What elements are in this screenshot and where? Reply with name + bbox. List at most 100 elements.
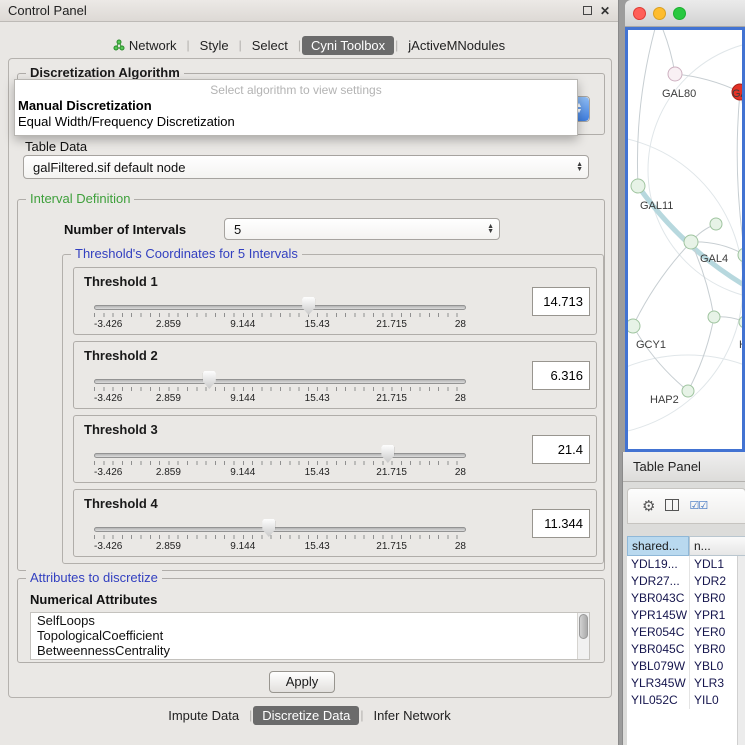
slider-track[interactable] [94, 453, 466, 458]
tab-cyni-toolbox[interactable]: Cyni Toolbox [302, 36, 394, 55]
tab-style[interactable]: Style [191, 36, 238, 55]
network-node[interactable] [708, 311, 720, 323]
network-node[interactable] [710, 218, 722, 230]
threshold-slider[interactable]: -3.4262.8599.14415.4321.71528 [94, 370, 466, 406]
tab-divider: | [395, 38, 398, 52]
table-row[interactable]: YBR043CYBR0 [627, 590, 745, 607]
close-traffic-light-icon[interactable] [633, 7, 646, 20]
scale-label: 21.715 [376, 319, 407, 330]
network-edge[interactable] [688, 317, 714, 391]
threshold-value-input[interactable] [532, 435, 590, 464]
slider-track[interactable] [94, 379, 466, 384]
attributes-list-scrollbar[interactable] [577, 613, 589, 659]
scale-label: 2.859 [156, 467, 181, 478]
zoom-traffic-light-icon[interactable] [673, 7, 686, 20]
table-row[interactable]: YBL079WYBL0 [627, 658, 745, 675]
columns-icon[interactable] [665, 499, 679, 514]
tab-divider: | [187, 38, 190, 52]
interval-definition-title: Interval Definition [26, 191, 134, 206]
slider-ticks [94, 313, 466, 317]
gear-icon[interactable]: ⚙ [642, 499, 655, 514]
table-row[interactable]: YPR145WYPR1 [627, 607, 745, 624]
numerical-attributes-label: Numerical Attributes [30, 592, 157, 607]
network-edge[interactable] [633, 326, 688, 391]
column-header-name[interactable]: n... [689, 536, 745, 556]
numerical-attributes-list[interactable]: SelfLoopsTopologicalCoefficientBetweenne… [30, 612, 590, 660]
table-row[interactable]: YIL052CYIL0 [627, 692, 745, 709]
scale-label: 15.43 [305, 467, 330, 478]
scale-label: 9.144 [230, 541, 255, 552]
threshold-value-input[interactable] [532, 509, 590, 538]
threshold-label: Threshold 3 [84, 422, 158, 437]
network-node[interactable] [628, 319, 640, 333]
scale-label: -3.426 [94, 541, 122, 552]
attribute-list-item[interactable]: TopologicalCoefficient [31, 628, 589, 643]
bottom-tab-bar: Impute Data|Discretize Data|Infer Networ… [0, 703, 619, 727]
tab-discretize-data[interactable]: Discretize Data [253, 706, 359, 725]
table-scrollbar[interactable] [737, 556, 745, 745]
network-graph: GAL80GAGAL11GAL4GCY1HHAP2 [628, 30, 742, 449]
threshold-slider[interactable]: -3.4262.8599.14415.4321.71528 [94, 518, 466, 554]
network-icon [113, 39, 125, 51]
attribute-list-item[interactable]: SelfLoops [31, 613, 589, 628]
network-view-window: GAL80GAGAL11GAL4GCY1HHAP2 [625, 0, 745, 452]
network-canvas[interactable]: GAL80GAGAL11GAL4GCY1HHAP2 [625, 27, 745, 452]
scale-label: 2.859 [156, 393, 181, 404]
table-data-combobox[interactable]: galFiltered.sif default node ▲▼ [23, 155, 589, 179]
cell-shared-name: YDL19... [627, 556, 689, 573]
network-node[interactable] [631, 179, 645, 193]
algorithm-option[interactable]: Equal Width/Frequency Discretization [15, 113, 577, 129]
close-window-button[interactable]: ✕ [600, 5, 610, 17]
algorithm-options: Manual DiscretizationEqual Width/Frequen… [15, 97, 577, 129]
number-of-intervals-combobox[interactable]: 5 ▲▼ [224, 218, 500, 240]
table-row[interactable]: YER054CYER0 [627, 624, 745, 641]
top-tab-bar: Network|Style|Select|Cyni Toolbox|jActiv… [0, 33, 618, 57]
minimize-traffic-light-icon[interactable] [653, 7, 666, 20]
threshold-value-input[interactable] [532, 287, 590, 316]
slider-track[interactable] [94, 527, 466, 532]
network-node[interactable] [668, 67, 682, 81]
attribute-list-item[interactable]: BetweennessCentrality [31, 643, 589, 658]
threshold-label: Threshold 2 [84, 348, 158, 363]
threshold-value-input[interactable] [532, 361, 590, 390]
table-row[interactable]: YDR27...YDR2 [627, 573, 745, 590]
tab-jactivemnodules[interactable]: jActiveMNodules [399, 36, 514, 55]
network-node[interactable] [682, 385, 694, 397]
table-panel: Table Panel ⚙ ☑☑ shared... n... YDL19...… [622, 452, 745, 745]
threshold-slider[interactable]: -3.4262.8599.14415.4321.71528 [94, 444, 466, 480]
scale-label: 28 [455, 393, 466, 404]
slider-track[interactable] [94, 305, 466, 310]
tab-infer-network[interactable]: Infer Network [364, 706, 459, 725]
cell-shared-name: YER054C [627, 624, 689, 641]
network-node-label: GAL11 [640, 200, 673, 212]
tab-impute-data[interactable]: Impute Data [159, 706, 248, 725]
tab-network[interactable]: Network [104, 36, 186, 55]
float-window-button[interactable] [583, 5, 592, 17]
slider-ticks [94, 535, 466, 539]
algorithm-popup: Select algorithm to view settings Manual… [14, 79, 578, 136]
select-columns-checkbox-icon[interactable]: ☑☑ [689, 501, 707, 512]
algorithm-option[interactable]: Manual Discretization [15, 97, 577, 113]
window-title: Control Panel [8, 3, 575, 18]
table-row[interactable]: YBR045CYBR0 [627, 641, 745, 658]
scale-label: 2.859 [156, 541, 181, 552]
scrollbar-thumb[interactable] [579, 614, 588, 639]
column-header-shared-name[interactable]: shared... [627, 536, 689, 556]
apply-button[interactable]: Apply [269, 671, 335, 693]
network-edge[interactable] [740, 92, 742, 170]
columns-glyph-icon [665, 499, 679, 511]
scale-label: 21.715 [376, 541, 407, 552]
background-arc [628, 355, 742, 449]
threshold-slider[interactable]: -3.4262.8599.14415.4321.71528 [94, 296, 466, 332]
network-edge[interactable] [633, 242, 691, 326]
network-node[interactable] [684, 235, 698, 249]
network-edge[interactable] [737, 92, 742, 255]
table-panel-toolbar: ⚙ ☑☑ [627, 488, 745, 524]
table-panel-titlebar: Table Panel [623, 452, 745, 482]
scale-label: 9.144 [230, 319, 255, 330]
table-row[interactable]: YLR345WYLR3 [627, 675, 745, 692]
table-row[interactable]: YDL19...YDL1 [627, 556, 745, 573]
tab-select[interactable]: Select [243, 36, 297, 55]
number-of-intervals-label: Number of Intervals [64, 222, 186, 237]
slider-ticks [94, 461, 466, 465]
